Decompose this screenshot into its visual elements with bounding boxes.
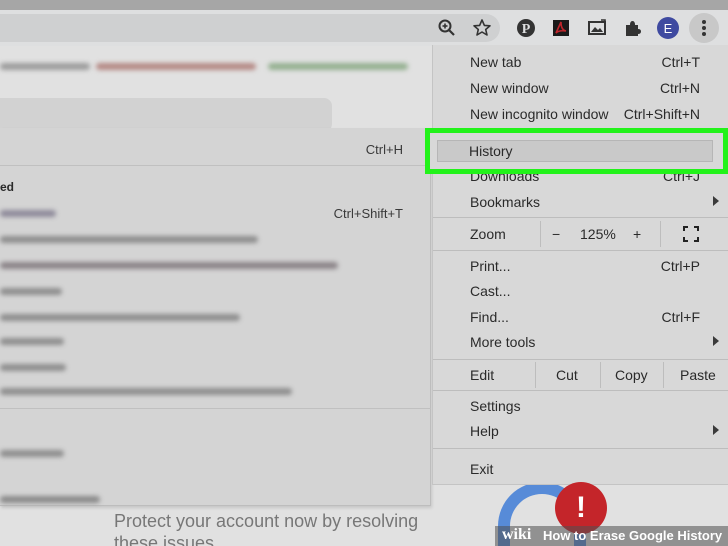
divider — [433, 217, 728, 218]
recent-tab-item[interactable] — [0, 252, 431, 278]
divider — [433, 448, 728, 449]
recent-tab-item[interactable] — [0, 354, 431, 380]
recent-tab-item[interactable] — [0, 328, 431, 354]
menu-item-find[interactable]: Find... Ctrl+F — [433, 304, 728, 330]
browser-toolbar: P E — [0, 10, 728, 46]
history-shortcut: Ctrl+H — [365, 142, 403, 157]
search-box-blurred — [0, 98, 332, 132]
bookmark-item[interactable] — [0, 63, 90, 70]
zoom-icon[interactable] — [435, 16, 459, 40]
recent-tab-item[interactable] — [0, 304, 431, 330]
reopen-shortcut: Ctrl+Shift+T — [333, 206, 403, 221]
submenu-arrow-icon — [713, 336, 719, 346]
bookmarks-bar — [0, 54, 430, 80]
menu-item-zoom: Zoom − 125% + — [433, 221, 728, 247]
menu-item-new-tab[interactable]: New tab Ctrl+T — [433, 49, 728, 75]
watermark-title: How to Erase Google History — [543, 528, 723, 543]
divider — [0, 408, 431, 409]
bookmark-item[interactable] — [268, 63, 408, 70]
recent-tab-item[interactable] — [0, 378, 431, 404]
menu-item-cast[interactable]: Cast... — [433, 278, 728, 304]
recent-tab-item[interactable] — [0, 226, 431, 252]
address-bar[interactable] — [0, 14, 500, 42]
divider — [433, 250, 728, 251]
cut-button[interactable]: Cut — [556, 367, 578, 383]
zoom-level: 125% — [580, 226, 616, 242]
copy-button[interactable]: Copy — [615, 367, 648, 383]
more-menu-icon[interactable] — [689, 13, 719, 43]
submenu-arrow-icon — [713, 196, 719, 206]
menu-item-bookmarks[interactable]: Bookmarks — [433, 189, 728, 215]
zoom-out-button[interactable]: − — [552, 226, 560, 242]
menu-item-settings[interactable]: Settings — [433, 393, 728, 419]
profile-initial: E — [664, 21, 673, 36]
chrome-main-menu: New tab Ctrl+T New window Ctrl+N New inc… — [432, 45, 728, 485]
pdf-icon[interactable] — [549, 16, 573, 40]
paste-button[interactable]: Paste — [680, 367, 716, 383]
menu-item-help[interactable]: Help — [433, 418, 728, 444]
menu-item-more-tools[interactable]: More tools — [433, 329, 728, 355]
profile-avatar[interactable]: E — [656, 16, 680, 40]
pinterest-icon[interactable]: P — [514, 16, 538, 40]
recent-tab-item[interactable] — [0, 440, 431, 466]
menu-item-print[interactable]: Print... Ctrl+P — [433, 253, 728, 279]
menu-item-history[interactable]: History — [437, 140, 713, 162]
svg-text:P: P — [522, 22, 531, 37]
bookmark-item[interactable] — [96, 63, 256, 70]
extensions-puzzle-icon[interactable] — [620, 16, 644, 40]
menu-item-exit[interactable]: Exit — [433, 456, 728, 482]
recently-closed-heading: ed — [0, 180, 15, 194]
window-top-band — [0, 0, 728, 10]
recent-tab-item[interactable]: Ctrl+Shift+T — [0, 200, 431, 226]
submenu-arrow-icon — [713, 425, 719, 435]
screenshot-icon[interactable] — [585, 16, 609, 40]
bookmark-star-icon[interactable] — [470, 16, 494, 40]
wikihow-logo: wiki — [502, 526, 532, 543]
divider — [433, 390, 728, 391]
history-label: History — [469, 143, 513, 159]
fullscreen-icon[interactable] — [683, 226, 699, 247]
divider — [0, 165, 431, 166]
menu-item-edit: Edit Cut Copy Paste — [433, 362, 728, 388]
submenu-history-row[interactable]: Ctrl+H — [0, 136, 431, 162]
recent-tab-item[interactable] — [0, 278, 431, 304]
history-submenu: Ctrl+H ed Ctrl+Shift+T — [0, 128, 431, 506]
menu-item-new-incognito[interactable]: New incognito window Ctrl+Shift+N — [433, 101, 728, 127]
divider — [433, 359, 728, 360]
account-warning-text: Protect your account now by resolving th… — [114, 511, 419, 546]
zoom-in-button[interactable]: + — [633, 226, 641, 242]
menu-item-new-window[interactable]: New window Ctrl+N — [433, 75, 728, 101]
